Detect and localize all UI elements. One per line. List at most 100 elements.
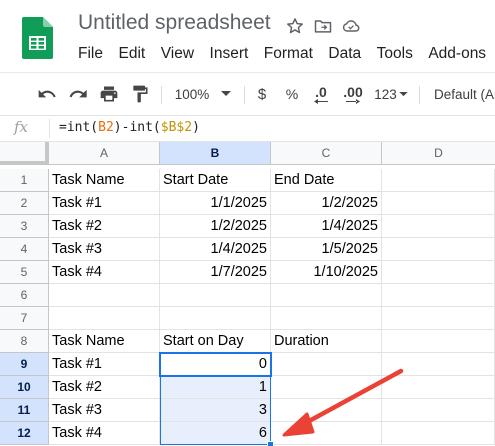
cell-b11[interactable]: 3 bbox=[160, 399, 271, 422]
format-percent-button[interactable]: % bbox=[281, 78, 303, 110]
title-actions bbox=[283, 14, 363, 38]
cell-b12[interactable]: 6 bbox=[160, 422, 271, 445]
menu-format[interactable]: Format bbox=[264, 44, 313, 64]
cell-a4[interactable]: Task #3 bbox=[49, 238, 160, 261]
cell-b1[interactable]: Start Date bbox=[160, 169, 271, 192]
formula-ref: B2 bbox=[98, 120, 114, 135]
column-header-c[interactable]: C bbox=[271, 142, 382, 165]
cloud-saved-icon[interactable] bbox=[339, 14, 363, 38]
zoom-select[interactable]: 100% bbox=[168, 78, 238, 110]
row-header-10[interactable]: 10 bbox=[0, 376, 49, 399]
cell-b8[interactable]: Start on Day bbox=[160, 330, 271, 353]
column-header-d[interactable]: D bbox=[382, 142, 495, 165]
row-header-5[interactable]: 5 bbox=[0, 261, 49, 284]
spreadsheet-grid: A B C D 1 2 3 4 5 6 7 8 9 10 11 12 Task … bbox=[0, 142, 495, 446]
row-header-11[interactable]: 11 bbox=[0, 399, 49, 422]
row-header-4[interactable]: 4 bbox=[0, 238, 49, 261]
cell-b6[interactable] bbox=[160, 284, 271, 307]
move-to-folder-icon[interactable] bbox=[311, 14, 335, 38]
cell-b4[interactable]: 1/4/2025 bbox=[160, 238, 271, 261]
annotation-arrow-icon bbox=[282, 368, 404, 437]
menu-data[interactable]: Data bbox=[328, 44, 361, 64]
row-header-7[interactable]: 7 bbox=[0, 307, 49, 330]
row-header-3[interactable]: 3 bbox=[0, 215, 49, 238]
formula-text: ) bbox=[192, 120, 200, 135]
formula-text: =int( bbox=[59, 120, 99, 135]
formula-bar-divider bbox=[49, 119, 50, 138]
cell-b5[interactable]: 1/7/2025 bbox=[160, 261, 271, 284]
cell-b10[interactable]: 1 bbox=[160, 376, 271, 399]
menu-file[interactable]: File bbox=[78, 44, 103, 64]
document-title[interactable]: Untitled spreadsheet bbox=[78, 11, 271, 35]
cell-a8[interactable]: Task Name bbox=[49, 330, 160, 353]
column-header-a[interactable]: A bbox=[49, 142, 160, 165]
menu-edit[interactable]: Edit bbox=[118, 44, 145, 64]
fx-icon: fx bbox=[14, 118, 29, 136]
cell-b9[interactable]: 0 bbox=[160, 353, 271, 376]
cell-c1[interactable]: End Date bbox=[271, 169, 382, 192]
cell-a2[interactable]: Task #1 bbox=[49, 192, 160, 215]
select-all-corner[interactable] bbox=[0, 142, 49, 165]
more-formats-select[interactable]: 123 bbox=[371, 78, 411, 110]
increase-decimal-label: .00 bbox=[343, 83, 363, 100]
cell-a11[interactable]: Task #3 bbox=[49, 399, 160, 422]
cell-b7[interactable] bbox=[160, 307, 271, 330]
cell-d1[interactable] bbox=[382, 169, 495, 192]
row-header-1[interactable]: 1 bbox=[0, 169, 49, 192]
cell-d6[interactable] bbox=[382, 284, 495, 307]
cell-a12[interactable]: Task #4 bbox=[49, 422, 160, 445]
paint-format-icon[interactable] bbox=[126, 78, 154, 110]
increase-decimal-button[interactable]: .00 bbox=[339, 78, 367, 110]
cell-d4[interactable] bbox=[382, 238, 495, 261]
cell-a5[interactable]: Task #4 bbox=[49, 261, 160, 284]
formula-ref: $B$2 bbox=[160, 120, 193, 135]
column-header-b[interactable]: B bbox=[160, 142, 271, 165]
menu-add-ons[interactable]: Add-ons bbox=[428, 44, 486, 64]
cell-d8[interactable] bbox=[382, 330, 495, 353]
formula-input[interactable]: =int(B2)-int($B$2) bbox=[59, 120, 200, 135]
cell-d7[interactable] bbox=[382, 307, 495, 330]
cell-c4[interactable]: 1/5/2025 bbox=[271, 238, 382, 261]
redo-icon[interactable] bbox=[64, 78, 92, 110]
formula-text: )-int( bbox=[113, 120, 161, 135]
star-icon[interactable] bbox=[283, 14, 307, 38]
row-header-12[interactable]: 12 bbox=[0, 422, 49, 445]
row-header-2[interactable]: 2 bbox=[0, 192, 49, 215]
cell-d2[interactable] bbox=[382, 192, 495, 215]
menu-view[interactable]: View bbox=[161, 44, 194, 64]
cell-d5[interactable] bbox=[382, 261, 495, 284]
cell-a1[interactable]: Task Name bbox=[49, 169, 160, 192]
formula-bar: fx =int(B2)-int($B$2) bbox=[0, 115, 495, 142]
format-currency-button[interactable]: $ bbox=[251, 78, 273, 110]
cell-c2[interactable]: 1/2/2025 bbox=[271, 192, 382, 215]
dropdown-caret-icon bbox=[221, 91, 232, 96]
row-header-9[interactable]: 9 bbox=[0, 353, 49, 376]
cell-c6[interactable] bbox=[271, 284, 382, 307]
menu-tools[interactable]: Tools bbox=[377, 44, 413, 64]
print-icon[interactable] bbox=[95, 78, 123, 110]
cell-c5[interactable]: 1/10/2025 bbox=[271, 261, 382, 284]
cell-d3[interactable] bbox=[382, 215, 495, 238]
decrease-decimal-button[interactable]: .0 bbox=[309, 78, 333, 110]
cell-a9[interactable]: Task #1 bbox=[49, 353, 160, 376]
row-header-8[interactable]: 8 bbox=[0, 330, 49, 353]
cell-a3[interactable]: Task #2 bbox=[49, 215, 160, 238]
undo-icon[interactable] bbox=[33, 78, 61, 110]
cell-a10[interactable]: Task #2 bbox=[49, 376, 160, 399]
cell-c3[interactable]: 1/4/2025 bbox=[271, 215, 382, 238]
cell-a6[interactable] bbox=[49, 284, 160, 307]
cell-b2[interactable]: 1/1/2025 bbox=[160, 192, 271, 215]
cell-a7[interactable] bbox=[49, 307, 160, 330]
arrow-right-icon bbox=[346, 98, 360, 104]
cell-b3[interactable]: 1/2/2025 bbox=[160, 215, 271, 238]
cell-c7[interactable] bbox=[271, 307, 382, 330]
toolbar: 100% $ % .0 .00 123 Default (Ari bbox=[0, 78, 495, 110]
google-sheets-logo[interactable] bbox=[22, 17, 53, 59]
font-family-select[interactable]: Default (Ari bbox=[434, 78, 495, 110]
cell-c8[interactable]: Duration bbox=[271, 330, 382, 353]
menu-insert[interactable]: Insert bbox=[210, 44, 249, 64]
toolbar-divider bbox=[161, 86, 162, 104]
decrease-decimal-label: .0 bbox=[315, 83, 327, 100]
row-header-6[interactable]: 6 bbox=[0, 284, 49, 307]
menu-bar: File Edit View Insert Format Data Tools … bbox=[78, 44, 495, 64]
